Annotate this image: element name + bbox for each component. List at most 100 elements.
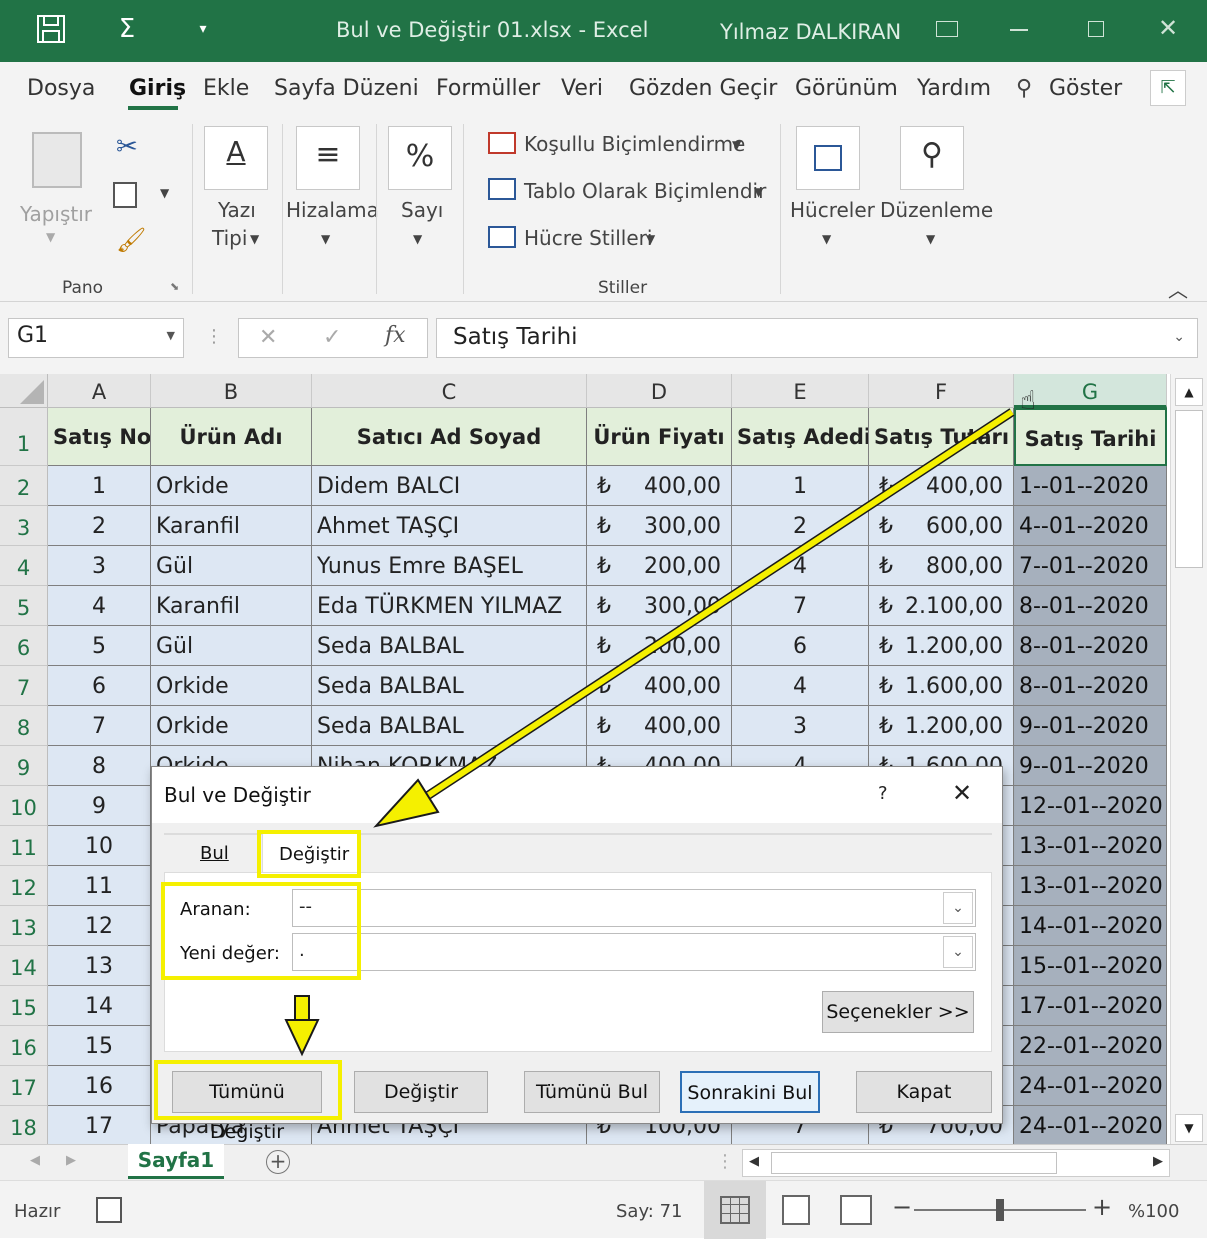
cell-styles-label[interactable]: Hücre Stilleri bbox=[524, 226, 652, 250]
copy-icon[interactable] bbox=[113, 182, 137, 208]
cell-G18[interactable]: 24--01--2020 bbox=[1014, 1106, 1167, 1144]
font-label-line2[interactable]: Tipi bbox=[212, 226, 247, 250]
cell-F6[interactable]: ₺ 1.200,00 bbox=[869, 626, 1014, 666]
tab-data[interactable]: Veri bbox=[561, 76, 603, 101]
tab-help[interactable]: Yardım bbox=[917, 76, 991, 101]
cell-B2[interactable]: Orkide bbox=[151, 466, 312, 506]
row-header-5[interactable]: 5 bbox=[0, 586, 48, 626]
header-cell-G[interactable]: Satış Tarihi bbox=[1014, 408, 1167, 466]
zoom-out-icon[interactable]: − bbox=[892, 1193, 912, 1221]
cell-A6[interactable]: 5 bbox=[48, 626, 151, 666]
dialog-close-icon[interactable]: ✕ bbox=[952, 779, 972, 807]
cell-C6[interactable]: Seda BALBAL bbox=[312, 626, 587, 666]
cell-G10[interactable]: 12--01--2020 bbox=[1014, 786, 1167, 826]
minimize-icon[interactable] bbox=[1010, 29, 1028, 31]
cell-E3[interactable]: 2 bbox=[732, 506, 869, 546]
header-cell-F[interactable]: Satış Tutarı bbox=[869, 408, 1014, 466]
cell-F7[interactable]: ₺ 1.600,00 bbox=[869, 666, 1014, 706]
tab-find[interactable]: Bul bbox=[200, 843, 229, 864]
row-header-4[interactable]: 4 bbox=[0, 546, 48, 586]
column-header-D[interactable]: D bbox=[587, 374, 732, 408]
close-window-icon[interactable]: ✕ bbox=[1158, 14, 1178, 42]
cell-A2[interactable]: 1 bbox=[48, 466, 151, 506]
column-header-A[interactable]: A bbox=[48, 374, 151, 408]
align-label[interactable]: Hizalama bbox=[286, 198, 379, 222]
expand-formula-icon[interactable]: ⌄ bbox=[1173, 329, 1185, 345]
tab-file[interactable]: Dosya bbox=[27, 76, 95, 101]
cell-A4[interactable]: 3 bbox=[48, 546, 151, 586]
column-header-E[interactable]: E bbox=[732, 374, 869, 408]
ribbon-display-icon[interactable] bbox=[936, 21, 958, 37]
header-cell-A[interactable]: Satış No bbox=[48, 408, 151, 466]
formula-input[interactable]: Satış Tarihi ⌄ bbox=[436, 318, 1198, 358]
cell-G11[interactable]: 13--01--2020 bbox=[1014, 826, 1167, 866]
table-format-dropdown-icon[interactable]: ▼ bbox=[754, 185, 763, 199]
hscroll-thumb[interactable] bbox=[771, 1152, 1057, 1174]
cell-G13[interactable]: 14--01--2020 bbox=[1014, 906, 1167, 946]
replace-button[interactable]: Değiştir bbox=[354, 1071, 488, 1113]
cell-G16[interactable]: 22--01--2020 bbox=[1014, 1026, 1167, 1066]
page-break-view-icon[interactable] bbox=[840, 1195, 872, 1225]
table-format-label[interactable]: Tablo Olarak Biçimlendir bbox=[524, 179, 766, 203]
header-cell-D[interactable]: Ürün Fiyatı bbox=[587, 408, 732, 466]
cond-format-dropdown-icon[interactable]: ▼ bbox=[732, 138, 741, 152]
cell-E7[interactable]: 4 bbox=[732, 666, 869, 706]
zoom-in-icon[interactable]: + bbox=[1092, 1193, 1112, 1221]
font-label-line1[interactable]: Yazı bbox=[218, 198, 256, 222]
cells-dropdown-icon[interactable]: ▼ bbox=[822, 232, 831, 246]
collapse-ribbon-icon[interactable]: ︿ bbox=[1168, 274, 1188, 303]
cell-B6[interactable]: Gül bbox=[151, 626, 312, 666]
scroll-thumb[interactable] bbox=[1175, 410, 1203, 568]
cell-D7[interactable]: ₺ 400,00 bbox=[587, 666, 732, 706]
editing-label[interactable]: Düzenleme bbox=[880, 198, 993, 222]
number-dropdown-icon[interactable]: ▼ bbox=[413, 232, 422, 246]
cell-A13[interactable]: 12 bbox=[48, 906, 151, 946]
cell-A3[interactable]: 2 bbox=[48, 506, 151, 546]
vertical-scrollbar[interactable]: ▲ ▼ bbox=[1170, 374, 1207, 1144]
row-header-7[interactable]: 7 bbox=[0, 666, 48, 706]
dialog-launcher-icon[interactable]: ⬊ bbox=[170, 280, 179, 293]
find-input[interactable]: -- ⌄ bbox=[292, 889, 976, 927]
maximize-icon[interactable] bbox=[1088, 21, 1104, 37]
cell-F4[interactable]: ₺ 800,00 bbox=[869, 546, 1014, 586]
cell-A12[interactable]: 11 bbox=[48, 866, 151, 906]
row-header-11[interactable]: 11 bbox=[0, 826, 48, 866]
replace-dropdown-icon[interactable]: ⌄ bbox=[943, 936, 973, 968]
copy-dropdown-icon[interactable]: ▼ bbox=[160, 186, 169, 200]
paste-icon[interactable] bbox=[32, 132, 82, 188]
row-header-1[interactable]: 1 bbox=[0, 408, 48, 466]
cell-A8[interactable]: 7 bbox=[48, 706, 151, 746]
prev-sheet-icon[interactable]: ◀ bbox=[30, 1153, 40, 1168]
cell-G17[interactable]: 24--01--2020 bbox=[1014, 1066, 1167, 1106]
name-box-dropdown-icon[interactable]: ▼ bbox=[167, 329, 175, 342]
header-cell-C[interactable]: Satıcı Ad Soyad bbox=[312, 408, 587, 466]
scroll-right-icon[interactable]: ▶ bbox=[1153, 1154, 1163, 1169]
tab-page-layout[interactable]: Sayfa Düzeni bbox=[274, 76, 419, 101]
row-header-8[interactable]: 8 bbox=[0, 706, 48, 746]
cell-styles-dropdown-icon[interactable]: ▼ bbox=[646, 232, 655, 246]
row-header-12[interactable]: 12 bbox=[0, 866, 48, 906]
tab-tell-me[interactable]: Göster bbox=[1049, 76, 1122, 101]
macro-record-icon[interactable] bbox=[96, 1197, 122, 1223]
next-sheet-icon[interactable]: ▶ bbox=[66, 1153, 76, 1168]
enter-icon[interactable]: ✓ bbox=[323, 325, 341, 350]
row-header-2[interactable]: 2 bbox=[0, 466, 48, 506]
find-all-button[interactable]: Tümünü Bul bbox=[524, 1071, 660, 1113]
cell-G12[interactable]: 13--01--2020 bbox=[1014, 866, 1167, 906]
tab-split-icon[interactable]: ⋮ bbox=[716, 1151, 734, 1172]
cell-G6[interactable]: 8--01--2020 bbox=[1014, 626, 1167, 666]
options-button[interactable]: Seçenekler >> bbox=[822, 991, 974, 1033]
align-icon[interactable]: ≡ bbox=[296, 126, 360, 190]
cells-label[interactable]: Hücreler bbox=[790, 198, 875, 222]
conditional-format-icon[interactable] bbox=[488, 132, 516, 154]
cell-D5[interactable]: ₺ 300,00 bbox=[587, 586, 732, 626]
find-dropdown-icon[interactable]: ⌄ bbox=[943, 892, 973, 924]
zoom-level[interactable]: %100 bbox=[1128, 1201, 1179, 1222]
cell-A15[interactable]: 14 bbox=[48, 986, 151, 1026]
insert-function-icon[interactable]: fx bbox=[385, 323, 406, 348]
cell-A18[interactable]: 17 bbox=[48, 1106, 151, 1144]
cells-icon[interactable] bbox=[796, 126, 860, 190]
cell-G7[interactable]: 8--01--2020 bbox=[1014, 666, 1167, 706]
help-icon[interactable]: ? bbox=[878, 783, 888, 804]
format-painter-icon[interactable]: 🖌 bbox=[116, 226, 146, 254]
